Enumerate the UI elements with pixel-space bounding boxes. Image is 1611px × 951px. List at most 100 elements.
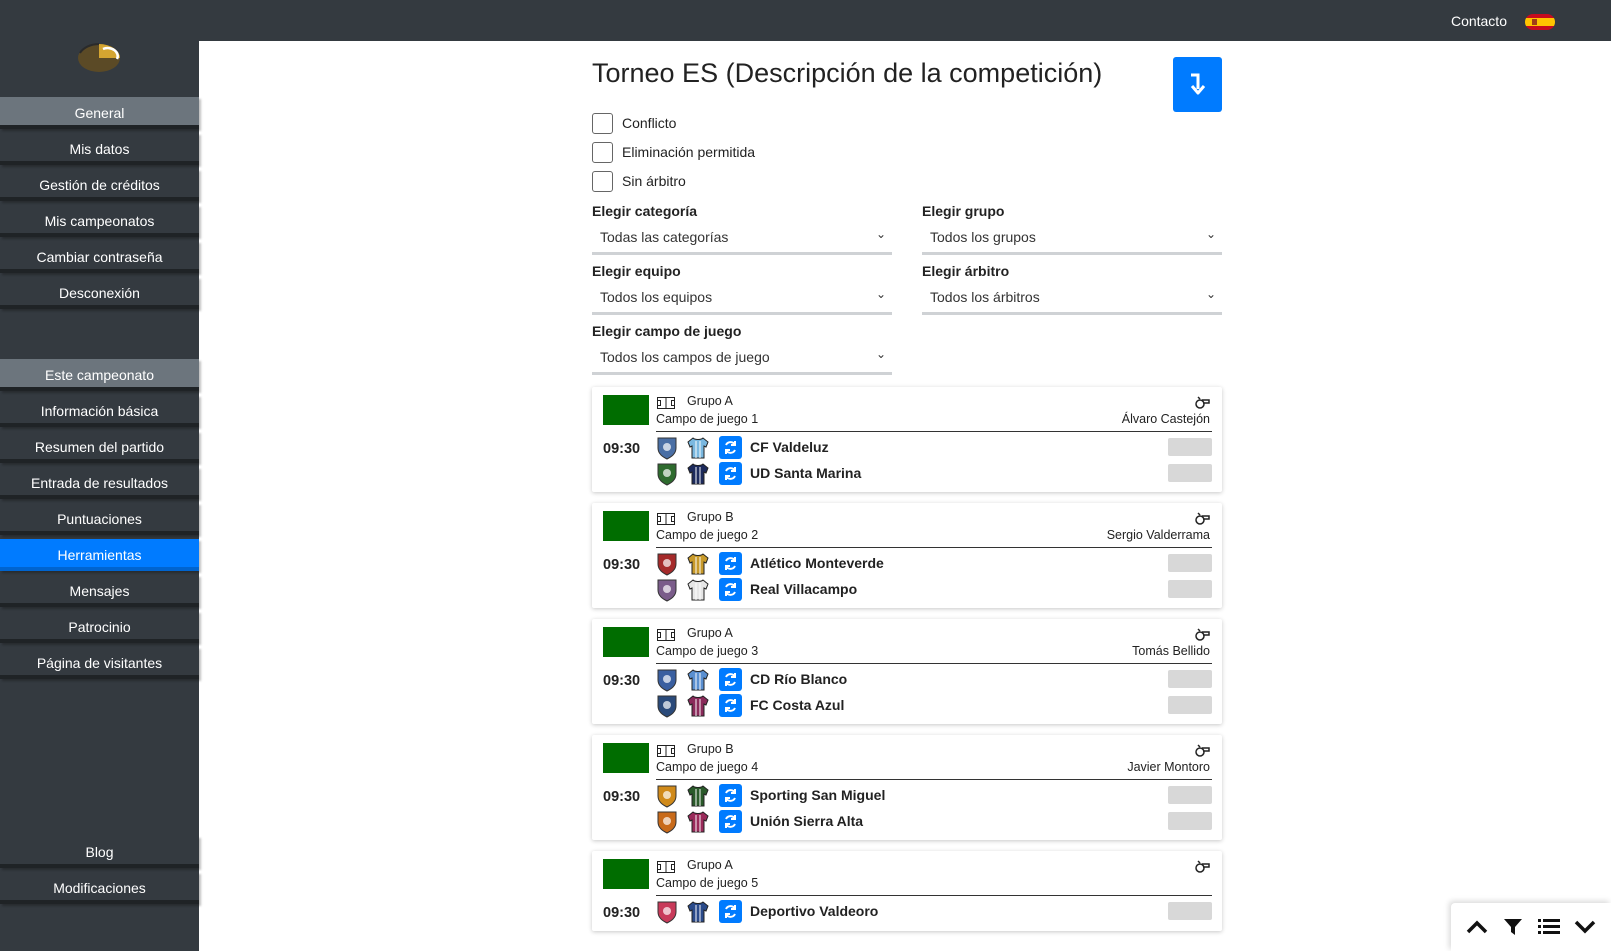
pitch-icon [657,513,675,525]
referee-select-value: Todos los árbitros [930,289,1040,305]
list-icon[interactable] [1536,914,1562,940]
sidebar-item-entrada-de-resultados[interactable]: Entrada de resultados [0,467,199,499]
sidebar-item-modificaciones[interactable]: Modificaciones [0,872,199,904]
score-input[interactable] [1168,670,1212,688]
whistle-icon [1195,512,1210,525]
match-referee[interactable]: Álvaro Castejón [1122,412,1210,426]
match-referee[interactable]: Tomás Bellido [1132,644,1210,658]
swap-team-button[interactable] [719,668,742,691]
sin-arbitro-checkbox[interactable] [592,170,613,192]
contact-link[interactable]: Contacto [1451,13,1507,29]
es-flag-icon[interactable] [1525,14,1555,30]
sidebar-item-patrocinio[interactable]: Patrocinio [0,611,199,643]
score-input[interactable] [1168,580,1212,598]
team-name: Deportivo Valdeoro [750,903,879,919]
sidebar-item-mis-datos[interactable]: Mis datos [0,133,199,165]
score-input[interactable] [1168,786,1212,804]
team-name: UD Santa Marina [750,465,862,481]
app-logo[interactable] [77,41,123,75]
refresh-icon [725,789,736,802]
team-name: Unión Sierra Alta [750,813,864,829]
chevron-down-icon: ⌄ [1205,287,1216,301]
chevron-down-icon: ⌄ [875,227,886,241]
match-time: 09:30 [603,557,641,573]
sidebar-item-resumen-del-partido[interactable]: Resumen del partido [0,431,199,463]
match-card[interactable]: Grupo B Campo de juego 2 Sergio Valderrama… [592,503,1222,608]
match-group: Grupo A [687,626,733,640]
whistle-icon [1195,860,1210,873]
sidebar-item-mis-campeonatos[interactable]: Mis campeonatos [0,205,199,237]
refresh-icon [725,557,736,570]
download-button[interactable] [1173,57,1222,112]
category-select[interactable]: Todas las categorías ⌄ [592,223,892,255]
sidebar-item-este-campeonato: Este campeonato [0,359,199,391]
team-shirt-icon [687,669,709,691]
team-crest-icon [657,785,677,808]
score-input[interactable] [1168,812,1212,830]
match-field: Campo de juego 2 [656,528,759,542]
sidebar-item-mensajes[interactable]: Mensajes [0,575,199,607]
field-select[interactable]: Todos los campos de juego ⌄ [592,343,892,375]
team-shirt-icon [687,579,709,601]
refresh-icon [725,441,736,454]
match-card[interactable]: Grupo A Campo de juego 1 Álvaro Castejón 09… [592,387,1222,492]
chevron-down-icon[interactable] [1572,914,1598,940]
swap-team-button[interactable] [719,694,742,717]
match-status-indicator [603,627,649,657]
sidebar-item-herramientas[interactable]: Herramientas [0,539,199,571]
chevron-up-icon[interactable] [1464,914,1490,940]
chevron-down-icon: ⌄ [875,287,886,301]
pitch-icon [657,861,675,873]
team-shirt-icon [687,811,709,833]
score-input[interactable] [1168,902,1212,920]
sidebar-item-gestion-de-creditos[interactable]: Gestión de créditos [0,169,199,201]
group-select[interactable]: Todos los grupos ⌄ [922,223,1222,255]
match-referee[interactable]: Javier Montoro [1127,760,1210,774]
field-select-value: Todos los campos de juego [600,349,770,365]
match-referee[interactable]: Sergio Valderrama [1107,528,1210,542]
score-input[interactable] [1168,554,1212,572]
team-name: Real Villacampo [750,581,858,597]
referee-select[interactable]: Todos los árbitros ⌄ [922,283,1222,315]
category-select-value: Todas las categorías [600,229,729,245]
sidebar-item-cambiar-contrasena[interactable]: Cambiar contraseña [0,241,199,273]
match-card[interactable]: Grupo A Campo de juego 3 Tomás Bellido 09:3… [592,619,1222,724]
score-input[interactable] [1168,438,1212,456]
match-field: Campo de juego 3 [656,644,759,658]
match-card[interactable]: Grupo B Campo de juego 4 Javier Montoro 09:… [592,735,1222,840]
team-crest-icon [657,579,677,602]
swap-team-button[interactable] [719,784,742,807]
refresh-icon [725,699,736,712]
divider [656,431,1212,432]
download-arrow-icon [1190,73,1206,95]
score-input[interactable] [1168,696,1212,714]
team-crest-icon [657,553,677,576]
sidebar-item-informacion-basica[interactable]: Información básica [0,395,199,427]
sidebar-item-pagina-de-visitantes[interactable]: Página de visitantes [0,647,199,679]
swap-team-button[interactable] [719,578,742,601]
match-group: Grupo A [687,858,733,872]
conflicto-checkbox[interactable] [592,112,613,134]
team-crest-icon [657,669,677,692]
sidebar-item-desconexion[interactable]: Desconexión [0,277,199,309]
swap-team-button[interactable] [719,900,742,923]
eliminacion-checkbox[interactable] [592,141,613,163]
swap-team-button[interactable] [719,436,742,459]
swap-team-button[interactable] [719,552,742,575]
team-crest-icon [657,901,677,924]
divider [656,547,1212,548]
pitch-icon [657,745,675,757]
category-filter-label: Elegir categoría [592,203,698,219]
match-time: 09:30 [603,789,641,805]
score-input[interactable] [1168,464,1212,482]
match-card[interactable]: Grupo A Campo de juego 5 09:30 Deportivo Va… [592,851,1222,931]
checkbox-label: Sin árbitro [622,173,686,189]
swap-team-button[interactable] [719,462,742,485]
checkbox-label: Eliminación permitida [622,144,756,160]
swap-team-button[interactable] [719,810,742,833]
sidebar-item-blog[interactable]: Blog [0,836,199,868]
team-row: Atlético Monteverde [656,552,1212,576]
sidebar-item-puntuaciones[interactable]: Puntuaciones [0,503,199,535]
filter-icon[interactable] [1500,914,1526,940]
team-select[interactable]: Todos los equipos ⌄ [592,283,892,315]
